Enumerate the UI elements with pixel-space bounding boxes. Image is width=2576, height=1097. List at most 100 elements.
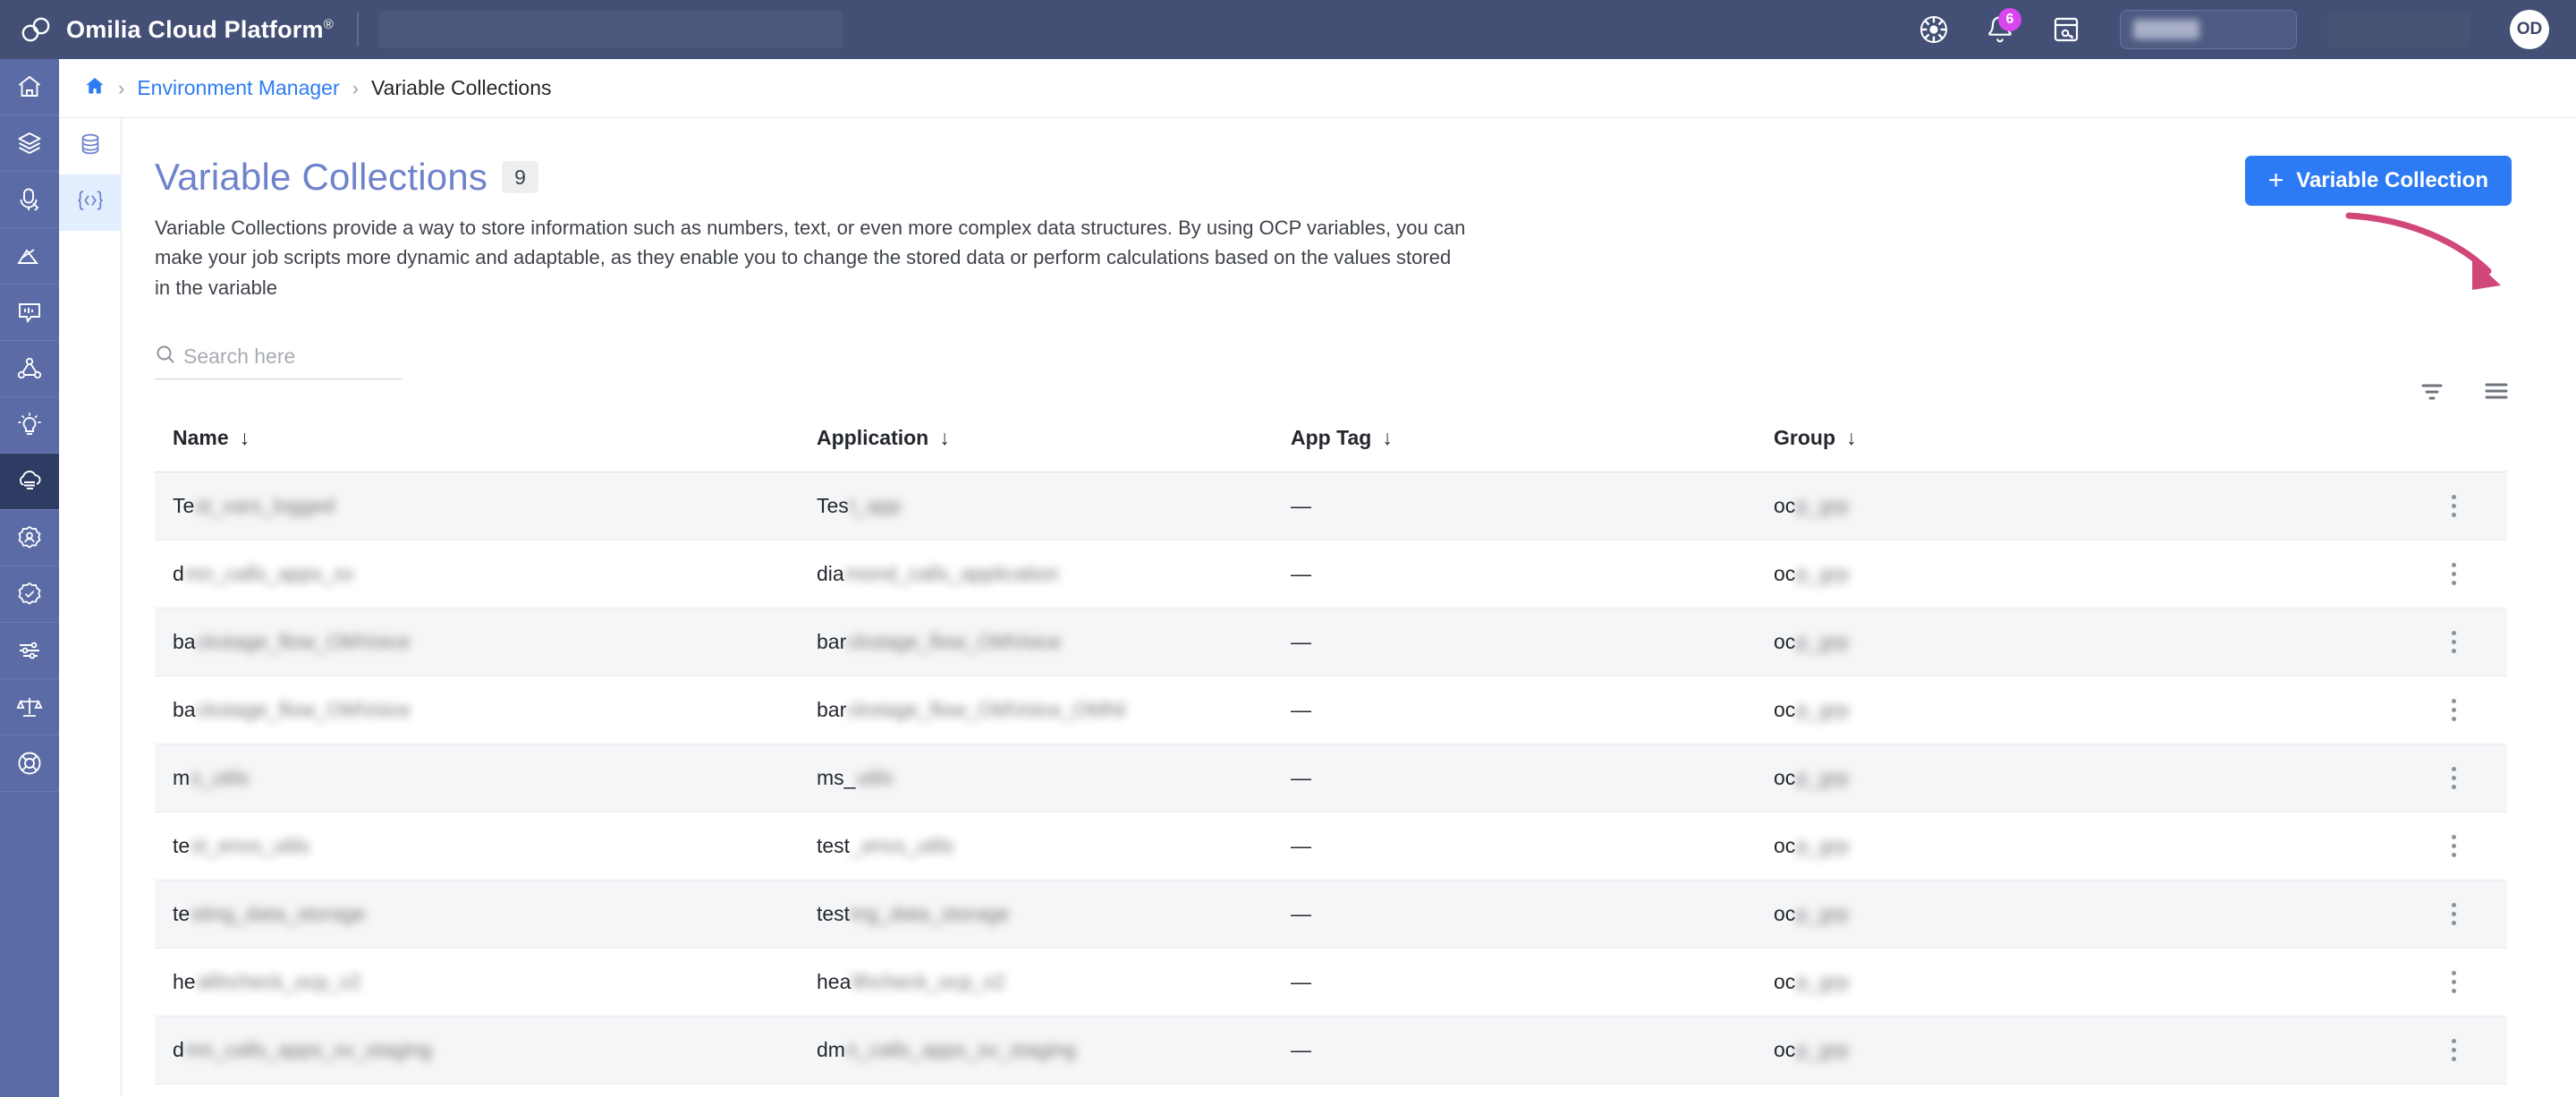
user-settings-icon	[16, 524, 43, 551]
sidebar-item-sliders[interactable]	[0, 623, 59, 679]
sidebar-item-voice-tag[interactable]	[0, 172, 59, 228]
sidebar-item-graph[interactable]	[0, 341, 59, 397]
sort-arrow-name-icon[interactable]: ↓	[240, 426, 250, 449]
cell-app-tag: —	[1291, 948, 1774, 1017]
column-header-app-tag[interactable]: App Tag ↓	[1291, 417, 1774, 473]
topbar-search-value-redacted	[2133, 20, 2199, 39]
table-row[interactable]: Te st_vars_logged Tes t_app — oc p_grp	[155, 472, 2507, 541]
dialog-icon	[16, 299, 43, 326]
cell-application-visible: bar	[817, 698, 847, 722]
table-row[interactable]: m s_utils ms_ utils — oc p_grp	[155, 744, 2507, 813]
column-label-group: Group	[1774, 426, 1835, 450]
sidebar-item-security[interactable]	[0, 566, 59, 623]
cell-group-visible: oc	[1774, 766, 1796, 790]
cell-name: he althcheck_ocp_v2	[155, 948, 817, 1017]
avatar[interactable]: OD	[2510, 10, 2549, 49]
sidebar-item-user-settings[interactable]	[0, 510, 59, 566]
brand-name: Omilia Cloud Platform®	[66, 15, 334, 43]
bell-icon[interactable]: 6	[1982, 8, 2021, 47]
sidebar-item-home[interactable]	[0, 59, 59, 115]
topbar-context-placeholder[interactable]	[378, 11, 843, 48]
cell-name-visible: te	[173, 902, 191, 926]
sort-arrow-application-icon[interactable]: ↓	[939, 426, 950, 449]
row-actions-kebab-icon[interactable]	[2451, 631, 2456, 654]
row-actions-kebab-icon[interactable]	[2451, 903, 2456, 926]
table-row[interactable]: d mn_calls_apps_sv dia mond_calls_applicati…	[155, 540, 2507, 609]
column-header-group[interactable]: Group ↓	[1774, 417, 2400, 473]
row-actions-kebab-icon[interactable]	[2451, 767, 2456, 790]
table-row[interactable]: ba ckstage_flow_OMVoice bar ckstage_flow_OM…	[155, 676, 2507, 745]
sidebar-item-dialog[interactable]	[0, 285, 59, 341]
page-content: Variable Collections 9 Variable Collecti…	[123, 118, 2576, 1097]
row-actions-kebab-icon[interactable]	[2451, 835, 2456, 858]
sort-arrow-app-tag-icon[interactable]: ↓	[1382, 426, 1393, 449]
cell-app-tag-value: —	[1291, 970, 1311, 994]
column-header-application[interactable]: Application ↓	[817, 417, 1291, 473]
sidebar-item-support[interactable]	[0, 736, 59, 792]
sidebar-item-layers[interactable]	[0, 115, 59, 172]
search-icon	[155, 344, 176, 370]
cell-app-tag: —	[1291, 744, 1774, 813]
topbar-search-select[interactable]	[2120, 10, 2297, 49]
cell-actions	[2400, 880, 2507, 949]
note-key-icon[interactable]	[2048, 12, 2084, 47]
row-actions-kebab-icon[interactable]	[2451, 495, 2456, 518]
top-bar: Omilia Cloud Platform® 6 OD	[0, 0, 2576, 59]
row-actions-kebab-icon[interactable]	[2451, 699, 2456, 722]
table-row[interactable]: ba ckstage_flow_OMVoice bar ckstage_flow_OM…	[155, 608, 2507, 677]
cell-name-redacted: st_envs_utils	[191, 834, 310, 858]
graph-icon	[16, 355, 43, 382]
cell-app-tag: —	[1291, 472, 1774, 541]
brand[interactable]: Omilia Cloud Platform®	[0, 10, 843, 49]
add-variable-collection-button[interactable]: + Variable Collection	[2244, 156, 2512, 206]
cell-name: d mn_calls_apps_sv_staging	[155, 1016, 817, 1085]
cell-actions	[2400, 540, 2507, 609]
cell-app-tag-value: —	[1291, 698, 1311, 722]
cell-group-visible: oc	[1774, 698, 1796, 722]
settings-wheel-icon[interactable]	[1916, 12, 1952, 47]
breadcrumb-current: Variable Collections	[370, 76, 552, 99]
row-actions-kebab-icon[interactable]	[2451, 563, 2456, 586]
search-input[interactable]	[183, 344, 402, 370]
column-header-actions	[2400, 417, 2507, 473]
code-brackets-icon	[76, 189, 105, 217]
column-label-application: Application	[817, 426, 929, 450]
cell-group: oc p_grp	[1774, 676, 2400, 745]
sidebar-item-compliance[interactable]	[0, 679, 59, 736]
cell-application-redacted: n_calls_apps_sv_staging	[845, 1038, 1076, 1062]
filter-icon[interactable]	[2417, 376, 2447, 406]
cell-app-tag: —	[1291, 608, 1774, 677]
list-view-icon[interactable]	[2481, 376, 2512, 406]
row-actions-kebab-icon[interactable]	[2451, 971, 2456, 994]
cell-app-tag: —	[1291, 1016, 1774, 1085]
table-row[interactable]: he althcheck_ocp_v2 hea lthcheck_ocp_v2— oc p…	[155, 948, 2507, 1017]
breadcrumb-link-environment-manager[interactable]: Environment Manager	[137, 76, 339, 100]
cell-group: oc p_grp	[1774, 812, 2400, 881]
cell-app-tag: —	[1291, 540, 1774, 609]
search-box[interactable]	[155, 344, 402, 380]
sidebar-item-analytics[interactable]	[0, 228, 59, 285]
table-row[interactable]: d mn_calls_apps_sv_staging dm n_calls_apps_…	[155, 1016, 2507, 1085]
notification-badge: 6	[1998, 8, 2021, 31]
topbar-secondary-placeholder[interactable]	[2327, 11, 2470, 48]
row-actions-kebab-icon[interactable]	[2451, 1039, 2456, 1062]
sidebar-item-variable-collections[interactable]	[59, 174, 122, 231]
table-row[interactable]: te sting_data_storage test ing_data_storage…	[155, 880, 2507, 949]
cell-application-redacted: t_app	[849, 494, 902, 518]
cell-name-redacted: mn_calls_apps_sv	[184, 562, 355, 586]
cell-app-tag: —	[1291, 880, 1774, 949]
sliders-icon	[16, 637, 43, 664]
sort-arrow-group-icon[interactable]: ↓	[1846, 426, 1857, 449]
cell-name-visible: d	[173, 562, 184, 586]
table-row[interactable]: te st_envs_utils test _envs_utils — oc p_grp	[155, 812, 2507, 881]
sidebar-item-database[interactable]	[59, 118, 122, 174]
cell-application: Tes t_app	[817, 472, 1291, 541]
collection-count-badge: 9	[502, 160, 538, 194]
sidebar-item-insight[interactable]	[0, 397, 59, 454]
search-row	[155, 344, 2512, 380]
cell-application-redacted: lthcheck_ocp_v2	[852, 970, 1005, 994]
breadcrumb-home-icon[interactable]	[84, 75, 106, 101]
column-header-name[interactable]: Name ↓	[155, 417, 817, 473]
cell-name-visible: te	[173, 834, 191, 858]
sidebar-item-cloud[interactable]	[0, 454, 59, 510]
